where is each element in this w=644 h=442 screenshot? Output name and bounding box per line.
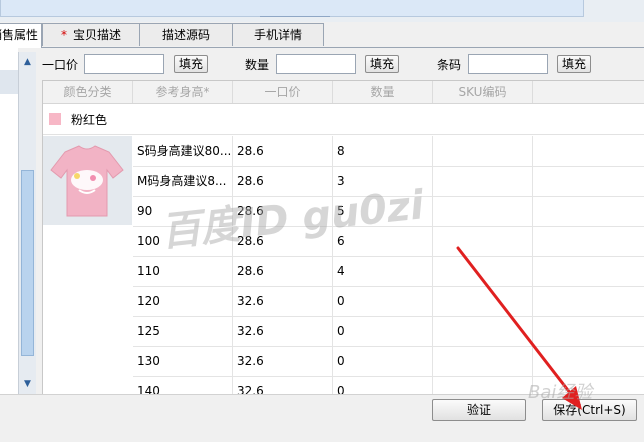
top-panel-bar — [0, 0, 584, 17]
price-fill-button[interactable]: 填充 — [174, 55, 208, 73]
splitter-grip[interactable] — [260, 16, 330, 20]
left-panel — [0, 48, 18, 394]
height-cell[interactable]: M码身高建议8... — [133, 166, 233, 196]
price-cell[interactable]: 32.6 — [233, 346, 333, 376]
table-row[interactable]: S码身高建议80... 28.6 8 — [133, 136, 644, 167]
sku-cell[interactable] — [433, 166, 533, 196]
color-group-row[interactable]: 粉红色 — [43, 104, 644, 135]
tab-mobile-details[interactable]: 手机详情 — [232, 23, 324, 46]
column-header-height: 参考身高* — [133, 81, 233, 103]
price-label: 一口价 — [42, 58, 79, 72]
height-cell[interactable]: S码身高建议80... — [133, 136, 233, 166]
quantity-cell[interactable]: 0 — [333, 346, 433, 376]
height-cell[interactable]: 120 — [133, 286, 233, 316]
quantity-cell[interactable]: 0 — [333, 316, 433, 346]
grid-header: 颜色分类 参考身高* 一口价 数量 SKU编码 — [43, 81, 644, 104]
barcode-input[interactable] — [468, 54, 548, 74]
barcode-fill-button[interactable]: 填充 — [557, 55, 591, 73]
vertical-scrollbar[interactable]: ▲ ▼ — [18, 52, 36, 394]
table-row[interactable]: 110 28.6 4 — [133, 256, 644, 287]
quantity-input[interactable] — [276, 54, 356, 74]
sku-cell[interactable] — [433, 316, 533, 346]
batch-fill-row: 一口价 填充 数量 填充 条码 填充 — [0, 52, 644, 76]
column-header-quantity: 数量 — [333, 81, 433, 103]
quantity-fill-button[interactable]: 填充 — [365, 55, 399, 73]
price-cell[interactable]: 28.6 — [233, 256, 333, 286]
height-cell[interactable]: 140 — [133, 376, 233, 394]
tab-bar: 销售属性 * 宝贝描述 描述源码 手机详情 — [0, 23, 644, 48]
table-row[interactable]: 140 32.6 0 — [133, 376, 644, 394]
table-row[interactable]: 120 32.6 0 — [133, 286, 644, 317]
tab-label: 销售属性 — [0, 28, 38, 42]
sku-cell[interactable] — [433, 136, 533, 166]
sku-cell[interactable] — [433, 196, 533, 226]
height-cell[interactable]: 110 — [133, 256, 233, 286]
scrollbar-thumb[interactable] — [21, 170, 34, 356]
tab-sales-attributes[interactable]: 销售属性 — [0, 23, 42, 48]
sku-cell[interactable] — [433, 226, 533, 256]
product-thumbnail[interactable] — [43, 136, 132, 225]
quantity-cell[interactable]: 0 — [333, 286, 433, 316]
barcode-label: 条码 — [437, 58, 462, 72]
required-star-icon: * — [60, 28, 67, 42]
verify-button[interactable]: 验证 — [432, 399, 526, 421]
quantity-label: 数量 — [245, 58, 270, 72]
color-swatch — [49, 113, 61, 125]
column-header-sku: SKU编码 — [433, 81, 533, 103]
price-cell[interactable]: 32.6 — [233, 376, 333, 394]
quantity-cell[interactable]: 8 — [333, 136, 433, 166]
column-header-price: 一口价 — [233, 81, 333, 103]
price-input[interactable] — [84, 54, 164, 74]
bottom-action-bar: 验证 保存(Ctrl+S) — [0, 394, 644, 442]
sku-cell[interactable] — [433, 346, 533, 376]
tab-label: 手机详情 — [253, 28, 302, 42]
sku-cell[interactable] — [433, 256, 533, 286]
tab-label: 描述源码 — [161, 28, 210, 42]
color-group-name: 粉红色 — [71, 113, 108, 127]
table-row[interactable]: 130 32.6 0 — [133, 346, 644, 377]
sku-cell[interactable] — [433, 286, 533, 316]
table-row[interactable]: 125 32.6 0 — [133, 316, 644, 347]
tab-label: 宝贝描述 — [72, 28, 121, 42]
column-header-color: 颜色分类 — [43, 81, 133, 103]
tab-item-description[interactable]: * 宝贝描述 — [42, 23, 140, 46]
save-button[interactable]: 保存(Ctrl+S) — [542, 399, 637, 421]
height-cell[interactable]: 125 — [133, 316, 233, 346]
sweater-product-image — [43, 136, 132, 225]
height-cell[interactable]: 130 — [133, 346, 233, 376]
price-cell[interactable]: 28.6 — [233, 136, 333, 166]
quantity-cell[interactable]: 0 — [333, 376, 433, 394]
tab-description-source[interactable]: 描述源码 — [139, 23, 233, 46]
sku-cell[interactable] — [433, 376, 533, 394]
price-cell[interactable]: 32.6 — [233, 286, 333, 316]
triangle-down-icon[interactable]: ▼ — [19, 376, 36, 392]
quantity-cell[interactable]: 4 — [333, 256, 433, 286]
price-cell[interactable]: 32.6 — [233, 316, 333, 346]
